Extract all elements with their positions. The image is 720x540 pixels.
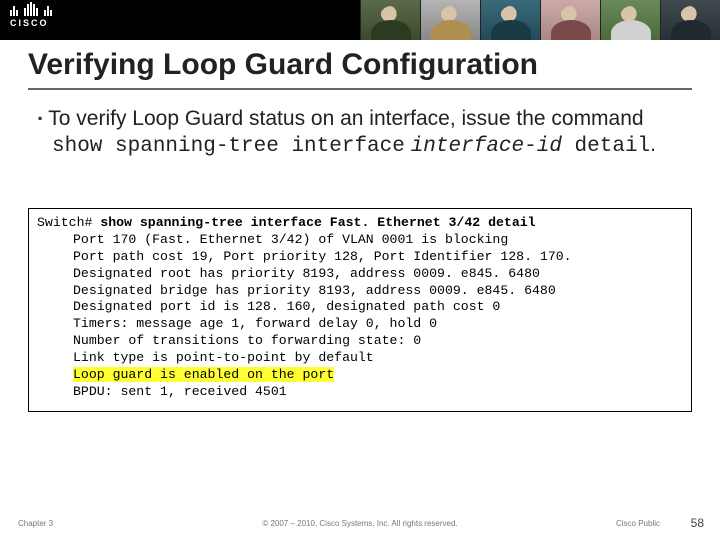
bullet-text-post: . xyxy=(650,133,656,156)
page-number: 58 xyxy=(691,516,704,530)
title-divider xyxy=(28,88,692,90)
header-band: CISCO xyxy=(0,0,720,40)
header-photo xyxy=(540,0,600,40)
visibility-label: Cisco Public xyxy=(616,519,660,528)
logo-bars-icon xyxy=(10,4,52,16)
copyright-text: © 2007 – 2010, Cisco Systems, Inc. All r… xyxy=(262,519,457,528)
inline-code: show spanning-tree interface xyxy=(52,135,405,158)
header-photo xyxy=(480,0,540,40)
header-photo xyxy=(600,0,660,40)
slide: CISCO Verifying Loop Guard Configuration… xyxy=(0,0,720,540)
cli-output-box: Switch# show spanning-tree interface Fas… xyxy=(28,208,692,412)
chapter-label: Chapter 3 xyxy=(18,519,53,528)
header-photo xyxy=(420,0,480,40)
slide-title: Verifying Loop Guard Configuration xyxy=(28,48,538,82)
inline-code-arg: interface-id xyxy=(411,135,562,158)
inline-code: detail xyxy=(562,135,650,158)
cisco-logo: CISCO xyxy=(10,4,52,28)
bullet-list: ▪ To verify Loop Guard status on an inter… xyxy=(38,106,678,171)
bullet-text-pre: To verify Loop Guard status on an interf… xyxy=(48,107,643,130)
bullet-item: ▪ To verify Loop Guard status on an inter… xyxy=(38,106,678,161)
logo-text: CISCO xyxy=(10,18,52,28)
header-photo xyxy=(360,0,420,40)
header-photo-strip xyxy=(360,0,720,40)
bullet-icon: ▪ xyxy=(38,111,42,125)
header-photo xyxy=(660,0,720,40)
